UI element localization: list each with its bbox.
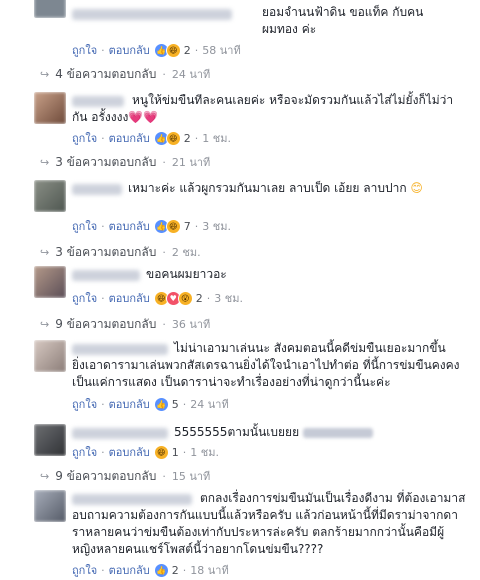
replies-count: 9 ข้อความตอบกลับ [55,468,157,483]
reaction-summary[interactable]: 👍 5 [153,396,179,412]
comment-time[interactable]: 3 ชม. [202,217,231,235]
comment-text: ยอมจำนนฟ้าดิน ขอแท็ค กับคน ผมทอง ค่ะ [262,5,424,36]
comment-actions: ถูกใจ · ตอบกลับ 😆 ♥ 😮 2 · 3 ชม. [72,290,243,306]
comment-time[interactable]: 1 ชม. [202,129,231,147]
comment-actions: ถูกใจ · ตอบกลับ 👍 5 · 24 นาที [72,396,229,412]
avatar[interactable] [34,266,66,298]
replies-time: 36 นาที [171,318,211,331]
replies-count: 9 ข้อความตอบกลับ [55,316,157,331]
reaction-summary[interactable]: 👍 😆 7 [153,218,191,234]
like-link[interactable]: ถูกใจ [72,395,97,413]
replies-count: 4 ข้อความตอบกลับ [55,66,157,81]
comment-text: ขอคนผมยาวอะ [146,267,227,281]
reply-link[interactable]: ตอบกลับ [109,289,150,307]
reply-arrow-icon: ↪ [40,245,50,259]
reply-link[interactable]: ตอบกลับ [109,217,150,235]
replies-link[interactable]: ↪ 3 ข้อความตอบกลับ · 21 นาที [40,154,210,170]
commenter-name[interactable] [72,270,140,281]
reaction-count: 2 [183,43,191,57]
replies-time: 21 นาที [171,156,211,169]
like-link[interactable]: ถูกใจ [72,41,97,59]
reaction-count: 7 [183,219,191,233]
comment-actions: ถูกใจ · ตอบกลับ 👍 2 · 18 นาที [72,562,229,578]
reaction-count: 2 [171,563,179,577]
reply-arrow-icon: ↪ [40,67,50,81]
replies-count: 3 ข้อความตอบกลับ [55,154,157,169]
replies-time: 2 ชม. [171,246,201,259]
reply-arrow-icon: ↪ [40,317,50,331]
avatar[interactable] [34,92,66,124]
reaction-summary[interactable]: 👍 😆 2 [153,130,191,146]
haha-icon: 😆 [165,42,181,58]
reply-link[interactable]: ตอบกลับ [109,561,150,579]
commenter-name[interactable] [72,9,232,20]
haha-icon: 😆 [165,130,181,146]
comment-actions: ถูกใจ · ตอบกลับ 👍 😆 2 · 58 นาที [72,42,241,58]
reply-arrow-icon: ↪ [40,469,50,483]
avatar[interactable] [34,424,66,456]
reply-link[interactable]: ตอบกลับ [109,395,150,413]
comment-actions: ถูกใจ · ตอบกลับ 👍 😆 7 · 3 ชม. [72,218,231,234]
comment-time[interactable]: 1 ชม. [190,443,219,461]
like-icon: 👍 [153,396,169,412]
reply-link[interactable]: ตอบกลับ [109,41,150,59]
reaction-summary[interactable]: 👍 😆 2 [153,42,191,58]
comment-text: ไม่น่าเอามาเล่นนะ สังคมตอนนี้คดีข่มขืนเย… [72,341,460,389]
comment-time[interactable]: 18 นาที [190,561,228,579]
reaction-summary[interactable]: 👍 2 [153,562,179,578]
reaction-count: 2 [195,291,203,305]
heart-icon: 💗💗 [128,110,159,124]
avatar[interactable] [34,0,66,18]
reaction-count: 5 [171,397,179,411]
comment-text: 5555555ตามนั้นเบยยย [174,424,474,441]
reply-link[interactable]: ตอบกลับ [109,443,150,461]
haha-icon: 😆 [165,218,181,234]
reaction-summary[interactable]: 😆 1 [153,444,179,460]
reply-arrow-icon: ↪ [40,155,50,169]
commenter-name[interactable] [72,184,122,195]
like-link[interactable]: ถูกใจ [72,129,97,147]
like-link[interactable]: ถูกใจ [72,217,97,235]
avatar[interactable] [34,180,66,212]
redacted-name [303,427,374,438]
replies-link[interactable]: ↪ 9 ข้อความตอบกลับ · 15 นาที [40,468,210,484]
replies-count: 3 ข้อความตอบกลับ [55,244,157,259]
reaction-count: 1 [171,445,179,459]
reaction-summary[interactable]: 😆 ♥ 😮 2 [153,290,203,306]
commenter-name[interactable] [72,428,168,439]
comment-time[interactable]: 24 นาที [190,395,228,413]
like-link[interactable]: ถูกใจ [72,289,97,307]
comment-actions: ถูกใจ · ตอบกลับ 😆 1 · 1 ชม. [72,444,219,460]
replies-time: 24 นาที [171,68,211,81]
like-link[interactable]: ถูกใจ [72,443,97,461]
comment-text: เหมาะค่ะ แล้วผูกรวมกันมาเลย ลาบเป็ด เอ้ย… [128,181,423,195]
wow-icon: 😮 [177,290,193,306]
comment-time[interactable]: 3 ชม. [214,289,243,307]
replies-time: 15 นาที [171,470,211,483]
comment-actions: ถูกใจ · ตอบกลับ 👍 😆 2 · 1 ชม. [72,130,231,146]
comment-time[interactable]: 58 นาที [202,41,240,59]
smile-emoji-icon: 😊 [410,181,423,195]
replies-link[interactable]: ↪ 4 ข้อความตอบกลับ · 24 นาที [40,66,210,82]
like-icon: 👍 [153,562,169,578]
haha-icon: 😆 [153,444,169,460]
comment-text: หนูให้ข่มขืนทีละคนเลยค่ะ หรือจะมัดรวมกัน… [72,93,454,124]
replies-link[interactable]: ↪ 3 ข้อความตอบกลับ · 2 ชม. [40,244,201,260]
avatar[interactable] [34,340,66,372]
comment-text: ตกลงเรื่องการข่มขืนมันเป็นเรื่องดีงาม ที… [72,491,466,556]
replies-link[interactable]: ↪ 9 ข้อความตอบกลับ · 36 นาที [40,316,210,332]
like-link[interactable]: ถูกใจ [72,561,97,579]
reaction-count: 2 [183,131,191,145]
avatar[interactable] [34,490,66,522]
reply-link[interactable]: ตอบกลับ [109,129,150,147]
